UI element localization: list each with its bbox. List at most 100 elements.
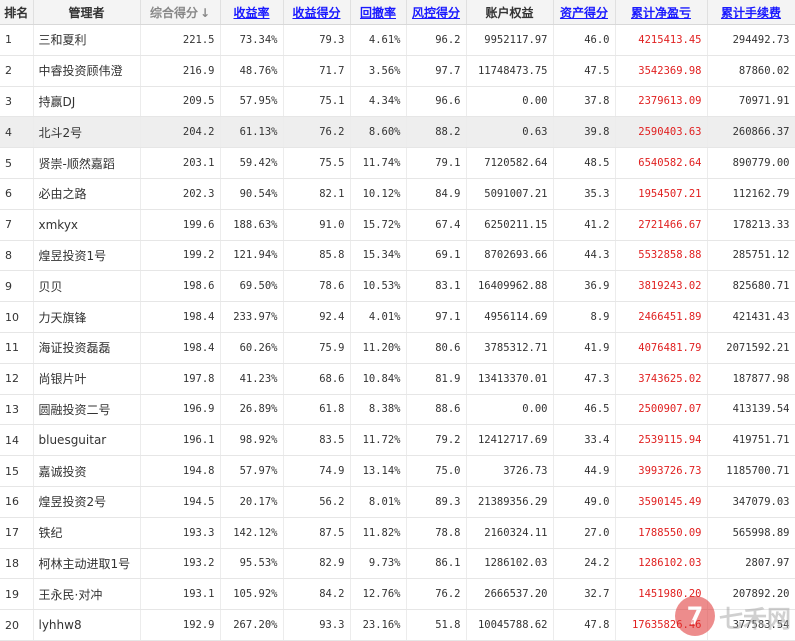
column-header-drawdown[interactable]: 回撤率 xyxy=(350,0,407,25)
cell-fees: 565998.89 xyxy=(707,517,795,549)
cell-equity: 8702693.66 xyxy=(466,240,554,272)
cell-net_pnl: 1451980.20 xyxy=(615,578,708,611)
cell-drawdown: 4.34% xyxy=(350,86,407,118)
table-row[interactable]: 8 煌昱投资1号 199.2 121.94% 85.8 15.34% 69.1 8702693… xyxy=(0,240,795,272)
cell-return_score: 61.8 xyxy=(283,394,351,426)
cell-equity: 9952117.97 xyxy=(466,24,554,56)
cell-drawdown: 4.61% xyxy=(350,24,407,56)
column-header-return_score[interactable]: 收益得分 xyxy=(283,0,351,25)
column-header-manager: 管理者 xyxy=(33,0,141,25)
column-header-label: 排名 xyxy=(4,5,29,20)
cell-manager: 煌昱投资2号 xyxy=(33,486,141,518)
table-row[interactable]: 12 尚银片叶 197.8 41.23% 68.6 10.84% 81.9 13413370.… xyxy=(0,363,795,395)
column-header-asset_score[interactable]: 资产得分 xyxy=(553,0,616,25)
cell-rank: 18 xyxy=(0,548,34,580)
column-header-net_pnl[interactable]: 累计净盈亏 xyxy=(615,0,708,25)
table-row[interactable]: 3 持赢DJ 209.5 57.95% 75.1 4.34% 96.6 0.00 37.8 237… xyxy=(0,86,795,118)
cell-score: 193.2 xyxy=(140,548,221,580)
cell-return_rate: 57.97% xyxy=(220,455,284,487)
cell-net_pnl: 2721466.67 xyxy=(615,209,708,241)
cell-return_rate: 121.94% xyxy=(220,240,284,272)
cell-rank: 15 xyxy=(0,455,34,487)
cell-manager: 贝贝 xyxy=(33,270,141,303)
table-row[interactable]: 7 xmkyx 199.6 188.63% 91.0 15.72% 67.4 6250211.… xyxy=(0,209,795,241)
table-row[interactable]: 13 圆融投资二号 196.9 26.89% 61.8 8.38% 88.6 0.00 46.5… xyxy=(0,394,795,426)
cell-risk_score: 78.8 xyxy=(406,517,467,549)
cell-asset_score: 44.9 xyxy=(553,455,616,487)
cell-return_score: 74.9 xyxy=(283,455,351,487)
column-header-fees[interactable]: 累计手续费 xyxy=(707,0,795,25)
column-header-return_rate[interactable]: 收益率 xyxy=(220,0,284,25)
cell-rank: 1 xyxy=(0,24,34,56)
cell-net_pnl: 3542369.98 xyxy=(615,55,708,87)
cell-net_pnl: 4076481.79 xyxy=(615,332,708,364)
cell-manager: 嘉诚投资 xyxy=(33,455,141,487)
cell-score: 199.6 xyxy=(140,209,221,241)
cell-return_rate: 61.13% xyxy=(220,116,284,149)
cell-asset_score: 33.4 xyxy=(553,424,616,457)
cell-drawdown: 10.12% xyxy=(350,178,407,210)
table-row[interactable]: 16 煌昱投资2号 194.5 20.17% 56.2 8.01% 89.3 21389356… xyxy=(0,486,795,518)
cell-manager: 铁纪 xyxy=(33,517,141,549)
cell-manager: 持赢DJ xyxy=(33,86,141,118)
cell-equity: 10045788.62 xyxy=(466,609,554,641)
table-row[interactable]: 5 贤崇-顺然嘉蹈 203.1 59.42% 75.5 11.74% 79.1 7120582… xyxy=(0,147,795,179)
table-row[interactable]: 9 贝贝 198.6 69.50% 78.6 10.53% 83.1 16409962.88 3… xyxy=(0,270,795,303)
cell-equity: 4956114.69 xyxy=(466,301,554,333)
table-row[interactable]: 18 柯林主动进取1号 193.2 95.53% 82.9 9.73% 86.1 128610… xyxy=(0,548,795,580)
table-row[interactable]: 11 海证投资磊磊 198.4 60.26% 75.9 11.20% 80.6 3785312… xyxy=(0,332,795,364)
table-row[interactable]: 10 力天旗锋 198.4 233.97% 92.4 4.01% 97.1 4956114.6… xyxy=(0,301,795,333)
cell-return_rate: 48.76% xyxy=(220,55,284,87)
cell-return_score: 87.5 xyxy=(283,517,351,549)
cell-rank: 13 xyxy=(0,394,34,426)
cell-equity: 3785312.71 xyxy=(466,332,554,364)
table-row[interactable]: 20 lyhhw8 192.9 267.20% 93.3 23.16% 51.8 100457… xyxy=(0,609,795,641)
cell-net_pnl: 2590403.63 xyxy=(615,116,708,149)
cell-return_score: 93.3 xyxy=(283,609,351,641)
cell-asset_score: 27.0 xyxy=(553,517,616,549)
table-row[interactable]: 4 北斗2号 204.2 61.13% 76.2 8.60% 88.2 0.63 39.8 259… xyxy=(0,116,795,149)
cell-return_rate: 95.53% xyxy=(220,548,284,580)
cell-asset_score: 24.2 xyxy=(553,548,616,580)
sort-desc-arrow-icon: ↓ xyxy=(199,5,211,20)
cell-return_rate: 188.63% xyxy=(220,209,284,241)
cell-equity: 13413370.01 xyxy=(466,363,554,395)
cell-score: 193.1 xyxy=(140,578,221,611)
cell-fees: 377583.54 xyxy=(707,609,795,641)
cell-return_score: 75.1 xyxy=(283,86,351,118)
table-row[interactable]: 14 bluesguitar 196.1 98.92% 83.5 11.72% 79.2 12… xyxy=(0,424,795,457)
cell-equity: 3726.73 xyxy=(466,455,554,487)
table-row[interactable]: 2 中睿投资顾伟澄 216.9 48.76% 71.7 3.56% 97.7 11748473… xyxy=(0,55,795,87)
cell-rank: 9 xyxy=(0,270,34,303)
column-header-score[interactable]: 综合得分 ↓ xyxy=(140,0,221,25)
table-row[interactable]: 19 王永民·对冲 193.1 105.92% 84.2 12.76% 76.2 266653… xyxy=(0,578,795,611)
cell-equity: 5091007.21 xyxy=(466,178,554,210)
cell-risk_score: 75.0 xyxy=(406,455,467,487)
column-header-rank: 排名 xyxy=(0,0,34,25)
table-row[interactable]: 15 嘉诚投资 194.8 57.97% 74.9 13.14% 75.0 3726.73 44… xyxy=(0,455,795,487)
table-row[interactable]: 6 必由之路 202.3 90.54% 82.1 10.12% 84.9 5091007.21… xyxy=(0,178,795,210)
column-header-label: 累计净盈亏 xyxy=(630,5,691,20)
table-row[interactable]: 1 三和夏利 221.5 73.34% 79.3 4.61% 96.2 9952117.97 4… xyxy=(0,24,795,56)
cell-risk_score: 79.1 xyxy=(406,147,467,179)
cell-rank: 20 xyxy=(0,609,34,641)
cell-risk_score: 96.6 xyxy=(406,86,467,118)
cell-net_pnl: 4215413.45 xyxy=(615,24,708,56)
cell-equity: 16409962.88 xyxy=(466,270,554,303)
cell-risk_score: 86.1 xyxy=(406,548,467,580)
cell-risk_score: 80.6 xyxy=(406,332,467,364)
cell-net_pnl: 6540582.64 xyxy=(615,147,708,179)
table-row[interactable]: 17 铁纪 193.3 142.12% 87.5 11.82% 78.8 2160324.11… xyxy=(0,517,795,549)
cell-net_pnl: 3993726.73 xyxy=(615,455,708,487)
cell-fees: 294492.73 xyxy=(707,24,795,56)
cell-net_pnl: 3819243.02 xyxy=(615,270,708,303)
cell-return_rate: 60.26% xyxy=(220,332,284,364)
cell-drawdown: 11.72% xyxy=(350,424,407,457)
cell-asset_score: 49.0 xyxy=(553,486,616,518)
column-header-risk_score[interactable]: 风控得分 xyxy=(406,0,467,25)
cell-risk_score: 76.2 xyxy=(406,578,467,611)
cell-risk_score: 96.2 xyxy=(406,24,467,56)
cell-drawdown: 10.53% xyxy=(350,270,407,303)
cell-equity: 0.00 xyxy=(466,86,554,118)
cell-return_rate: 57.95% xyxy=(220,86,284,118)
